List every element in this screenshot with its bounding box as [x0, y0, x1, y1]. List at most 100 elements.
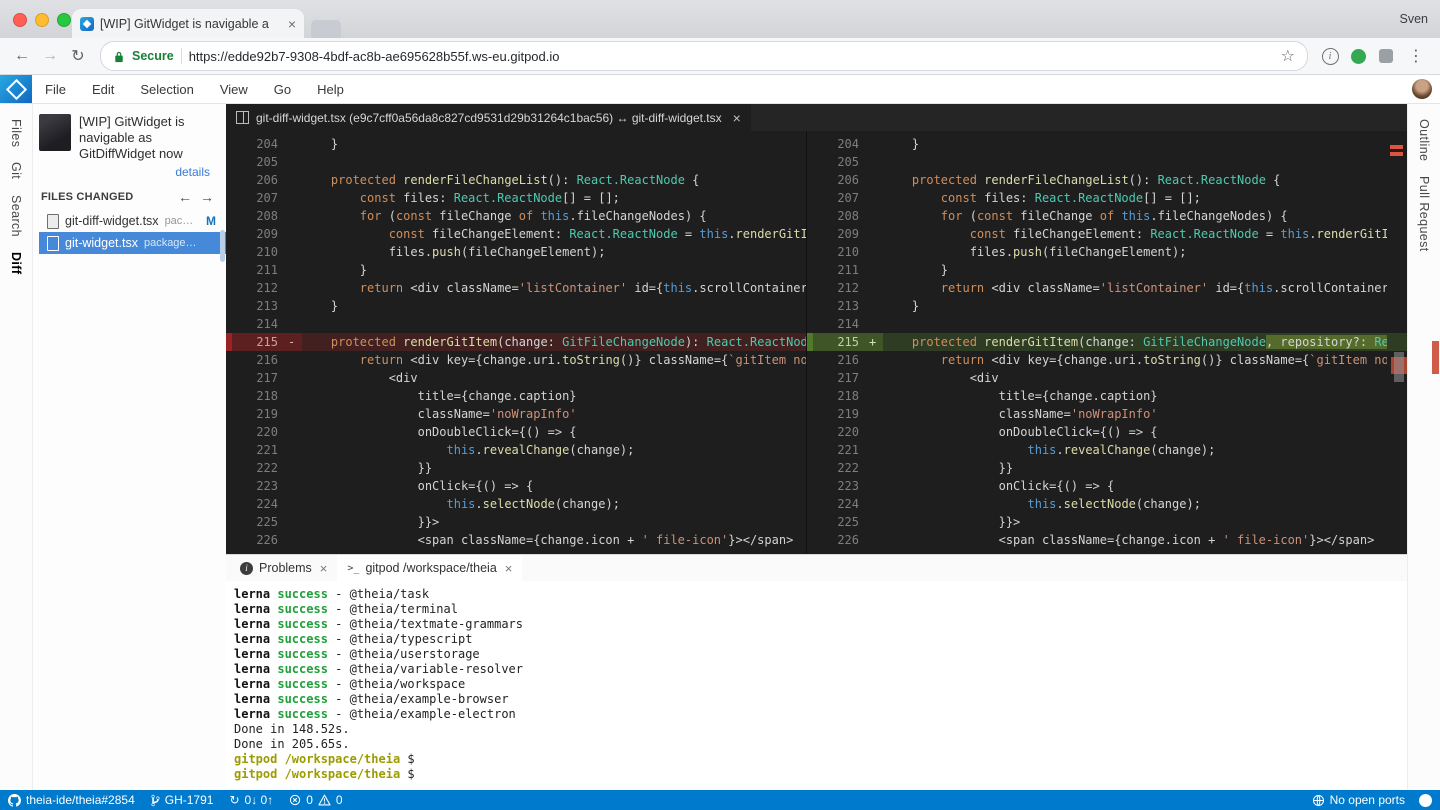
terminal-line: lerna success - @theia/textmate-grammars	[234, 617, 1399, 632]
user-avatar[interactable]	[1412, 79, 1432, 99]
zoom-window-button[interactable]	[57, 13, 71, 27]
files-changed-label: FILES CHANGED	[41, 191, 174, 203]
gitpod-status-icon[interactable]	[1419, 794, 1432, 807]
ide-menubar: File Edit Selection View Go Help	[0, 75, 1440, 104]
browser-profile-name[interactable]: Sven	[1400, 12, 1429, 26]
statusbar-warning-count: 0	[336, 793, 343, 807]
tab-terminal[interactable]: >_ gitpod /workspace/theia ×	[337, 555, 522, 581]
sidebar-item-files[interactable]: Files	[9, 119, 23, 147]
diff-line-209: 209 const fileChangeElement: React.React…	[226, 225, 806, 243]
editor-scrollbar-thumb[interactable]	[1394, 352, 1404, 382]
tab-problems[interactable]: i Problems ×	[230, 555, 337, 581]
editor-tab-close-icon[interactable]: ×	[733, 110, 741, 126]
browser-tab-title: [WIP] GitWidget is navigable a	[100, 17, 282, 31]
diff-line-225: 225 }}>	[807, 513, 1407, 531]
ruler-mark-red-2	[1390, 152, 1403, 156]
next-change-icon[interactable]: →	[196, 189, 218, 205]
sidebar-item-pull-request[interactable]: Pull Request	[1417, 176, 1431, 252]
close-window-button[interactable]	[13, 13, 27, 27]
diff-line-218: 218 title={change.caption}	[807, 387, 1407, 405]
terminal-tab-label: gitpod /workspace/theia	[365, 561, 496, 575]
forward-button[interactable]: →	[36, 47, 64, 65]
browser-tab[interactable]: [WIP] GitWidget is navigable a ×	[72, 9, 304, 38]
refresh-button[interactable]: ↻	[64, 46, 92, 66]
statusbar-sync-label: 0↓ 0↑	[245, 793, 274, 807]
browser-menu-icon[interactable]: ⋮	[1400, 46, 1432, 66]
sidebar-item-search[interactable]: Search	[9, 195, 23, 237]
statusbar-repo-label: theia-ide/theia#2854	[26, 793, 135, 807]
menu-item-edit[interactable]: Edit	[79, 82, 127, 97]
side-panel-scrollbar[interactable]	[220, 230, 225, 262]
address-bar[interactable]: Secure https://edde92b7-9308-4bdf-ac8b-a…	[100, 41, 1308, 71]
diff-line-215: 215- protected renderGitItem(change: Git…	[226, 333, 806, 351]
diff-editor-icon	[236, 111, 249, 124]
sidebar-item-diff[interactable]: Diff	[9, 252, 23, 274]
browser-toolbar: ← → ↻ Secure https://edde92b7-9308-4bdf-…	[0, 38, 1440, 75]
extension-icon-1[interactable]: i	[1321, 47, 1339, 65]
diff-line-215: 215+ protected renderGitItem(change: Git…	[807, 333, 1407, 351]
diff-line-225: 225 }}>	[226, 513, 806, 531]
menu-item-view[interactable]: View	[207, 82, 261, 97]
github-icon	[8, 794, 21, 807]
diff-editor[interactable]: 204 }205206 protected renderFileChangeLi…	[226, 131, 1407, 554]
changed-file-row-2[interactable]: git-widget.tsx package…	[39, 232, 226, 254]
diff-line-219: 219 className='noWrapInfo'	[226, 405, 806, 423]
statusbar-branch-label: GH-1791	[165, 793, 214, 807]
statusbar-ports[interactable]: No open ports	[1312, 793, 1405, 807]
overview-ruler	[1387, 131, 1407, 554]
new-tab-button[interactable]	[311, 20, 341, 38]
diff-line-221: 221 this.revealChange(change);	[226, 441, 806, 459]
terminal-line: lerna success - @theia/typescript	[234, 632, 1399, 647]
menu-item-go[interactable]: Go	[261, 82, 304, 97]
extension-icon-2[interactable]	[1349, 47, 1367, 65]
right-edge-diff-decoration	[1432, 341, 1439, 374]
sidebar-item-git[interactable]: Git	[9, 162, 23, 179]
menu-item-file[interactable]: File	[32, 82, 79, 97]
extension-icon-3[interactable]	[1377, 47, 1395, 65]
terminal-line: lerna success - @theia/userstorage	[234, 647, 1399, 662]
diff-line-205: 205	[226, 153, 806, 171]
terminal-line: lerna success - @theia/variable-resolver	[234, 662, 1399, 677]
diff-line-219: 219 className='noWrapInfo'	[807, 405, 1407, 423]
diff-editor-tab[interactable]: git-diff-widget.tsx (e9c7cff0a56da8c827c…	[226, 104, 751, 131]
terminal-icon: >_	[347, 563, 359, 574]
tab-close-icon[interactable]: ×	[288, 17, 296, 31]
terminal-tab-close-icon[interactable]: ×	[505, 561, 513, 576]
changed-file-row-1[interactable]: git-diff-widget.tsx pac… M	[39, 210, 226, 232]
browser-window: [WIP] GitWidget is navigable a × Sven ← …	[0, 0, 1440, 810]
modified-badge: M	[206, 214, 216, 228]
diff-line-207: 207 const files: React.ReactNode[] = [];	[226, 189, 806, 207]
menu-item-selection[interactable]: Selection	[127, 82, 206, 97]
gitpod-logo[interactable]	[0, 75, 32, 103]
editor-tab-title: git-diff-widget.tsx (e9c7cff0a56da8c827c…	[256, 111, 722, 125]
minimize-window-button[interactable]	[35, 13, 49, 27]
gitpod-favicon-icon	[80, 17, 94, 31]
menu-item-help[interactable]: Help	[304, 82, 357, 97]
terminal-line: lerna success - @theia/example-electron	[234, 707, 1399, 722]
statusbar-branch[interactable]: GH-1791	[151, 793, 214, 807]
file-dir: package…	[144, 237, 197, 249]
green-extension-icon	[1351, 49, 1366, 64]
statusbar-error-count: 0	[306, 793, 313, 807]
diff-line-206: 206 protected renderFileChangeList(): Re…	[226, 171, 806, 189]
files-changed-header: FILES CHANGED ← →	[41, 189, 218, 205]
file-name: git-widget.tsx	[65, 236, 138, 250]
status-bar: theia-ide/theia#2854 GH-1791 ↻ 0↓ 0↑ 0 0…	[0, 790, 1440, 810]
statusbar-problems[interactable]: 0 0	[289, 793, 342, 807]
url-separator	[181, 48, 182, 64]
statusbar-right: No open ports	[1312, 793, 1432, 807]
diff-pane-modified: 204 }205206 protected renderFileChangeLi…	[806, 131, 1407, 554]
sidebar-item-outline[interactable]: Outline	[1417, 119, 1431, 161]
terminal-output[interactable]: lerna success - @theia/tasklerna success…	[226, 581, 1407, 790]
bookmark-star-icon[interactable]: ☆	[1281, 46, 1295, 66]
statusbar-repo[interactable]: theia-ide/theia#2854	[8, 793, 135, 807]
statusbar-sync[interactable]: ↻ 0↓ 0↑	[229, 793, 273, 807]
commit-details-link[interactable]: details	[39, 165, 210, 179]
sync-icon: ↻	[229, 794, 239, 806]
terminal-line: Done in 148.52s.	[234, 722, 1399, 737]
titlebar: [WIP] GitWidget is navigable a × Sven	[0, 0, 1440, 38]
back-button[interactable]: ←	[8, 47, 36, 65]
previous-change-icon[interactable]: ←	[174, 189, 196, 205]
problems-tab-close-icon[interactable]: ×	[320, 561, 328, 576]
file-icon	[47, 214, 59, 229]
